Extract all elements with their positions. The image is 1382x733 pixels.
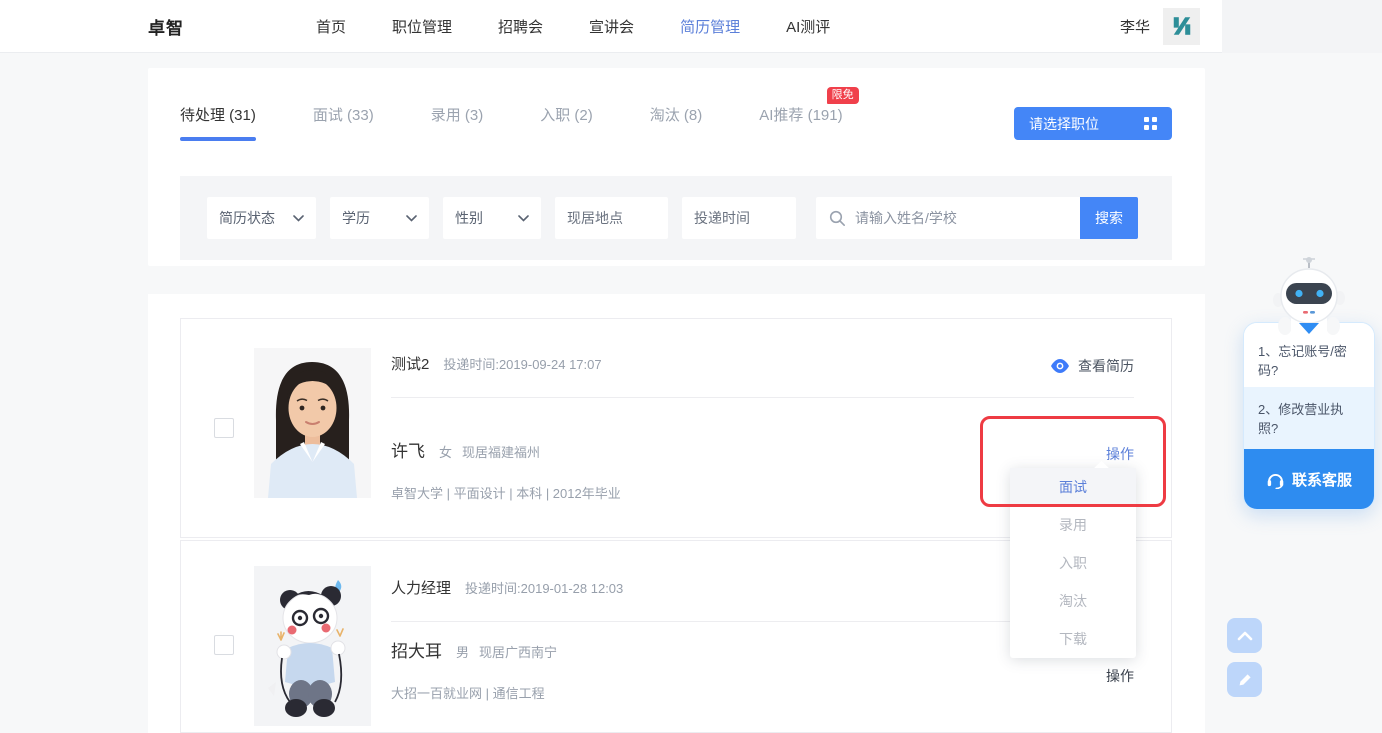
nav-item-resume-management[interactable]: 简历管理 — [680, 16, 740, 37]
top-nav: 卓智 首页 职位管理 招聘会 宣讲会 简历管理 AI测评 李华 — [0, 0, 1222, 53]
tab-pending[interactable]: 待处理 (31) — [180, 104, 256, 141]
menu-item-eliminate[interactable]: 淘汰 — [1010, 582, 1136, 620]
nav-menu: 首页 职位管理 招聘会 宣讲会 简历管理 AI测评 — [316, 16, 830, 37]
contact-support-button[interactable]: 联系客服 — [1244, 449, 1374, 509]
nav-item-campus-talk[interactable]: 宣讲会 — [589, 16, 634, 37]
gender-label: 性别 — [455, 208, 483, 228]
nav-corner — [1222, 0, 1382, 53]
chevron-down-icon — [293, 215, 304, 222]
card-divider — [391, 397, 1134, 398]
view-resume-link[interactable]: 查看简历 — [1050, 356, 1134, 376]
resume-checkbox[interactable] — [214, 635, 234, 655]
candidate-name: 招大耳 — [391, 637, 442, 662]
nav-item-job-fair[interactable]: 招聘会 — [498, 16, 543, 37]
company-logo-icon[interactable] — [1163, 8, 1200, 45]
location-input[interactable] — [555, 197, 668, 239]
education-select[interactable]: 学历 — [330, 197, 429, 239]
feedback-edit-button[interactable] — [1227, 662, 1262, 697]
pencil-icon — [1238, 673, 1252, 687]
candidate-photo — [254, 348, 371, 498]
delivery-time: 投递时间:2019-09-24 17:07 — [443, 354, 601, 373]
resume-panel: 待处理 (31) 面试 (33) 录用 (3) 入职 (2) 淘汰 (8) AI… — [148, 68, 1205, 266]
candidate-info-row: 许飞 女 现居福建福州 — [391, 437, 540, 462]
candidate-detail: 大招一百就业网 | 通信工程 — [391, 683, 545, 702]
action-link[interactable]: 操作 — [1106, 444, 1134, 464]
select-job-button[interactable]: 请选择职位 — [1014, 107, 1172, 140]
resume-checkbox[interactable] — [214, 418, 234, 438]
search-input[interactable] — [855, 210, 1080, 226]
education-label: 学历 — [342, 208, 370, 228]
candidate-avatar-panda — [254, 566, 371, 726]
eye-icon — [1050, 359, 1070, 373]
nav-item-home[interactable]: 首页 — [316, 16, 346, 37]
status-tabs: 待处理 (31) 面试 (33) 录用 (3) 入职 (2) 淘汰 (8) AI… — [180, 104, 900, 141]
menu-item-onboard[interactable]: 入职 — [1010, 544, 1136, 582]
menu-item-hire[interactable]: 录用 — [1010, 506, 1136, 544]
card-title-row: 测试2 投递时间:2019-09-24 17:07 — [391, 353, 602, 374]
search-icon — [829, 210, 846, 227]
tab-eliminated[interactable]: 淘汰 (8) — [650, 104, 703, 141]
nav-item-ai-assessment[interactable]: AI测评 — [786, 16, 830, 37]
tab-ai-recommend[interactable]: AI推荐 (191) 限免 — [759, 104, 842, 141]
headset-icon — [1266, 470, 1285, 489]
back-to-top-button[interactable] — [1227, 618, 1262, 653]
brand-logo-text: 卓智 — [148, 14, 184, 39]
candidate-detail: 卓智大学 | 平面设计 | 本科 | 2012年毕业 — [391, 483, 621, 502]
user-name[interactable]: 李华 — [1120, 16, 1150, 37]
applied-job-title: 测试2 — [391, 353, 429, 374]
select-job-label: 请选择职位 — [1029, 114, 1099, 134]
faq-item-2[interactable]: 2、修改营业执照? — [1244, 387, 1374, 449]
view-resume-label: 查看简历 — [1078, 356, 1134, 376]
menu-item-download[interactable]: 下载 — [1010, 620, 1136, 658]
nav-item-job-management[interactable]: 职位管理 — [392, 16, 452, 37]
resume-status-select[interactable]: 简历状态 — [207, 197, 316, 239]
candidate-info-row: 招大耳 男 现居广西南宁 — [391, 637, 557, 662]
assistant-bubble: 1、忘记账号/密码? 2、修改营业执照? 联系客服 — [1243, 322, 1375, 510]
nav-user-area: 李华 — [1120, 8, 1200, 45]
tab-hired[interactable]: 录用 (3) — [431, 104, 484, 141]
search-button[interactable]: 搜索 — [1080, 197, 1138, 239]
candidate-location: 现居广西南宁 — [479, 642, 557, 661]
gender-select[interactable]: 性别 — [443, 197, 541, 239]
applied-job-title: 人力经理 — [391, 577, 451, 598]
tab-ai-recommend-label: AI推荐 (191) — [759, 107, 842, 124]
search-group: 搜索 — [816, 197, 1138, 239]
grid-icon — [1144, 117, 1157, 130]
free-trial-badge: 限免 — [827, 87, 859, 104]
delivery-time: 投递时间:2019-01-28 12:03 — [465, 578, 623, 597]
tab-interview[interactable]: 面试 (33) — [313, 104, 374, 141]
search-field[interactable] — [816, 197, 1080, 239]
candidate-location: 现居福建福州 — [462, 442, 540, 461]
contact-support-label: 联系客服 — [1292, 469, 1352, 490]
action-link[interactable]: 操作 — [1106, 666, 1134, 686]
chevron-up-icon — [1237, 631, 1253, 641]
action-dropdown-menu: 面试 录用 入职 淘汰 下载 — [1010, 468, 1136, 658]
tab-onboard[interactable]: 入职 (2) — [540, 104, 593, 141]
chevron-down-icon — [518, 215, 529, 222]
delivery-time-input[interactable] — [682, 197, 796, 239]
resume-status-label: 简历状态 — [219, 208, 275, 228]
candidate-gender: 男 — [456, 642, 469, 661]
candidate-name: 许飞 — [391, 437, 425, 462]
menu-item-interview[interactable]: 面试 — [1010, 468, 1136, 506]
card-title-row: 人力经理 投递时间:2019-01-28 12:03 — [391, 577, 623, 598]
chevron-down-icon — [406, 215, 417, 222]
filter-bar: 简历状态 学历 性别 搜索 — [180, 176, 1172, 260]
bubble-pointer — [1299, 323, 1319, 334]
candidate-gender: 女 — [439, 442, 452, 461]
